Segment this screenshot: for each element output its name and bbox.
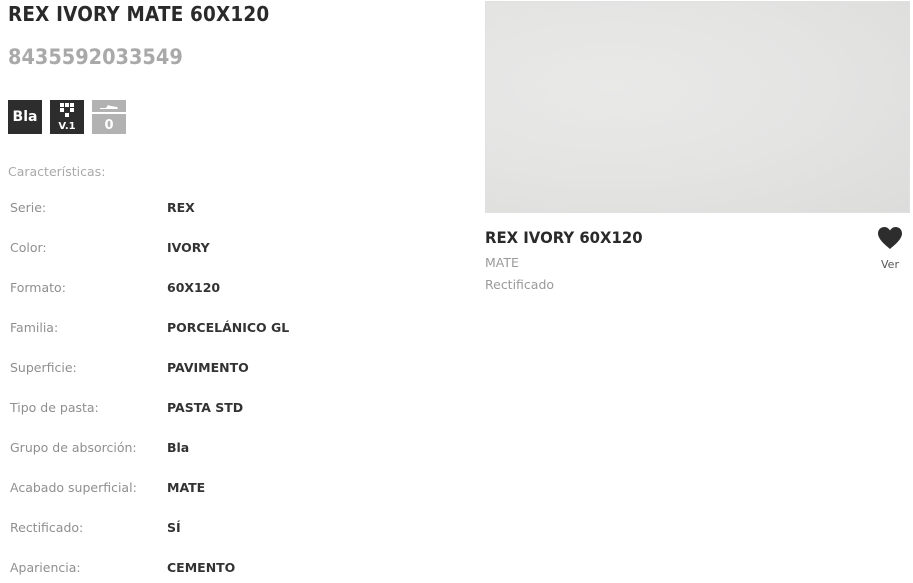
characteristic-label: Grupo de absorción: <box>10 440 137 455</box>
favorite-button[interactable]: Ver <box>872 226 908 274</box>
shoe-icon <box>100 105 118 109</box>
characteristics-heading: Características: <box>8 164 106 179</box>
absorption-badge: Bla <box>8 100 42 134</box>
characteristic-label: Rectificado: <box>10 520 84 535</box>
characteristic-label: Serie: <box>10 200 47 215</box>
characteristic-value: Bla <box>167 440 190 455</box>
characteristic-label: Familia: <box>10 320 59 335</box>
variation-badge: V.1 <box>50 100 84 134</box>
characteristic-label: Tipo de pasta: <box>10 400 99 415</box>
card-finish: MATE <box>485 255 519 270</box>
product-title: REX IVORY MATE 60X120 <box>8 2 270 26</box>
characteristic-label: Apariencia: <box>10 560 81 575</box>
characteristic-value: IVORY <box>167 240 210 255</box>
variation-badge-label: V.1 <box>58 121 76 132</box>
characteristic-value: PAVIMENTO <box>167 360 249 375</box>
characteristic-label: Formato: <box>10 280 66 295</box>
characteristic-value: MATE <box>167 480 206 495</box>
card-title[interactable]: REX IVORY 60X120 <box>485 228 643 247</box>
tile-image[interactable] <box>485 1 910 213</box>
grid-dots-icon <box>60 103 74 117</box>
absorption-badge-label: Bla <box>12 109 38 125</box>
characteristic-label: Color: <box>10 240 47 255</box>
badges: Bla V.1 0 <box>8 100 126 134</box>
product-ean: 8435592033549 <box>8 45 183 69</box>
characteristic-value: PORCELÁNICO GL <box>167 320 290 335</box>
characteristic-value: CEMENTO <box>167 560 236 575</box>
slip-badge-label: 0 <box>104 118 114 133</box>
card-rectified: Rectificado <box>485 277 555 292</box>
characteristic-label: Acabado superficial: <box>10 480 137 495</box>
characteristic-value: PASTA STD <box>167 400 244 415</box>
characteristic-value: SÍ <box>167 520 181 535</box>
slip-badge: 0 <box>92 100 126 134</box>
characteristic-label: Superficie: <box>10 360 77 375</box>
characteristic-value: 60X120 <box>167 280 221 295</box>
favorite-label: Ver <box>881 258 899 271</box>
heart-icon <box>878 227 902 249</box>
characteristic-value: REX <box>167 200 195 215</box>
